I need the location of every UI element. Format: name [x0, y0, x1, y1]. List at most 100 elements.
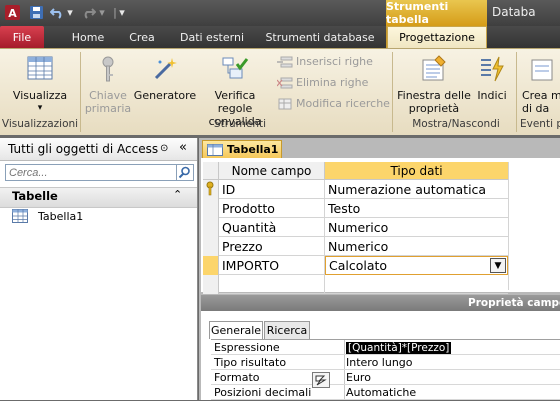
generatore-label: Generatore	[133, 89, 197, 102]
undo-dropdown-icon[interactable]: ▾	[66, 4, 74, 21]
visualizza-button[interactable]: Visualizza ▾	[10, 54, 70, 115]
redo-dropdown-icon[interactable]: ▾	[98, 4, 106, 21]
data-type-value: Calcolato	[329, 258, 388, 273]
tab-progettazione[interactable]: Progettazione	[387, 26, 487, 48]
verifica-regole-button[interactable]: Verifica regole convalida	[196, 54, 274, 128]
table-view-icon	[27, 56, 53, 80]
key-icon	[102, 56, 114, 82]
group-collapse-icon[interactable]: ⌃	[173, 188, 182, 201]
nav-item-tabella1[interactable]: Tabella1	[12, 208, 83, 224]
ribbon-separator	[516, 52, 517, 132]
crea-label-2: di da	[522, 102, 550, 115]
tab-ricerca[interactable]: Ricerca	[264, 321, 310, 339]
elimina-righe-button[interactable]: Elimina righe	[277, 76, 368, 89]
document-tab-label: Tabella1	[227, 143, 279, 156]
nav-search-input[interactable]	[5, 164, 177, 181]
ribbon-separator	[80, 52, 81, 132]
nav-item-label: Tabella1	[38, 209, 84, 223]
property-pane-title: Proprietà campo	[468, 297, 560, 309]
group-label-eventi: Eventi p	[520, 118, 560, 130]
delete-rows-icon	[277, 77, 293, 88]
visualizza-label: Visualizza	[12, 89, 68, 102]
undo-icon[interactable]	[50, 4, 64, 21]
primary-key-icon	[206, 181, 214, 196]
data-type-cell[interactable]: Numerazione automatica	[325, 180, 508, 199]
data-type-combobox[interactable]: Calcolato	[325, 256, 508, 275]
finestra-label-1: Finestra delle	[397, 89, 471, 102]
column-header-nome-campo: Nome campo	[219, 162, 325, 180]
wand-icon	[154, 58, 177, 80]
finestra-label-2: proprietà	[408, 102, 460, 115]
lookup-icon	[278, 98, 292, 109]
elimina-label: Elimina righe	[296, 76, 369, 89]
nav-group-label: Tabelle	[12, 189, 58, 203]
group-label-visualizzazioni: Visualizzazioni	[1, 118, 79, 130]
property-value[interactable]: Intero lungo	[346, 355, 413, 370]
tab-strumenti-database[interactable]: Strumenti database	[260, 26, 380, 48]
indici-button[interactable]: Indici	[474, 54, 510, 102]
redo-icon[interactable]	[82, 4, 96, 21]
field-name-cell[interactable]: Quantità	[219, 218, 325, 237]
chiave-label-2: primaria	[84, 102, 132, 115]
inserisci-label: Inserisci righe	[296, 55, 373, 68]
row-selector[interactable]	[203, 237, 219, 256]
property-label: Posizioni decimali	[214, 386, 312, 399]
row-selector[interactable]	[203, 199, 219, 218]
tab-crea[interactable]: Crea	[120, 26, 164, 48]
property-value[interactable]: Euro	[346, 370, 371, 385]
document-tab-tabella1[interactable]: Tabella1	[202, 140, 282, 158]
nav-search-button[interactable]	[177, 164, 194, 181]
field-name-cell[interactable]: Prezzo	[219, 237, 325, 256]
customize-toolbar-icon[interactable]: ▾	[117, 4, 127, 21]
generatore-button[interactable]: Generatore	[133, 54, 197, 102]
chiave-primaria-button[interactable]: Chiave primaria	[84, 54, 132, 115]
grid-right-border	[508, 162, 509, 290]
property-value-expression[interactable]: [Quantità]*[Prezzo]	[346, 340, 452, 355]
chevron-down-icon: ▼	[494, 260, 502, 271]
field-name-cell[interactable]: Prodotto	[219, 199, 325, 218]
expression-text[interactable]: [Quantità]*[Prezzo]	[346, 341, 452, 354]
svg-text:A: A	[8, 7, 17, 20]
verifica-label-1: Verifica regole	[214, 89, 256, 115]
row-selector-header	[203, 162, 219, 180]
modifica-ricerche-button[interactable]: Modifica ricerche	[277, 97, 390, 110]
tab-dati-esterni[interactable]: Dati esterni	[170, 26, 254, 48]
window-title: Databa	[492, 5, 536, 19]
group-label-mostra-nascondi: Mostra/Nascondi	[412, 118, 500, 130]
access-app-icon[interactable]: A	[4, 4, 20, 21]
property-label: Tipo risultato	[214, 356, 287, 369]
ribbon-separator	[392, 52, 393, 132]
row-selector[interactable]	[203, 180, 219, 199]
row-selector[interactable]	[203, 275, 219, 294]
field-name-cell-empty[interactable]	[219, 275, 325, 294]
chiave-label-1: Chiave	[89, 89, 127, 102]
data-type-cell[interactable]: Numerico	[325, 237, 508, 256]
collapse-pane-icon[interactable]: «	[179, 140, 187, 155]
nav-title[interactable]: Tutti gli oggetti di Access	[8, 142, 158, 156]
row-selector[interactable]	[203, 218, 219, 237]
table-design-icon	[207, 143, 223, 156]
finestra-proprieta-button[interactable]: Finestra delle proprietà	[396, 54, 472, 115]
crea-macro-button[interactable]: Crea m di da	[522, 54, 560, 115]
search-icon	[178, 166, 190, 179]
property-sheet-icon	[422, 55, 446, 81]
data-type-cell[interactable]: Numerico	[325, 218, 508, 237]
data-type-cell[interactable]: Testo	[325, 199, 508, 218]
row-selector-selected[interactable]	[203, 256, 219, 275]
tab-home[interactable]: Home	[62, 26, 114, 48]
nav-menu-chevron-icon[interactable]: ⊙	[160, 143, 168, 154]
property-value[interactable]: Automatiche	[346, 385, 416, 400]
tab-file[interactable]: File	[0, 26, 44, 48]
save-icon[interactable]	[28, 4, 44, 21]
insert-rows-icon	[277, 56, 293, 67]
crea-label-1: Crea m	[522, 89, 560, 102]
column-header-tipo-dati: Tipo dati	[325, 162, 508, 180]
context-group-label: Strumenti tabella	[386, 0, 487, 26]
indici-label: Indici	[477, 89, 507, 102]
field-name-cell[interactable]: IMPORTO	[219, 256, 325, 275]
inserisci-righe-button[interactable]: Inserisci righe	[277, 55, 373, 68]
property-label: Espressione	[214, 341, 280, 354]
field-name-cell[interactable]: ID	[219, 180, 325, 199]
data-type-dropdown-button[interactable]: ▼	[490, 258, 506, 273]
tab-generale[interactable]: Generale	[209, 321, 263, 339]
